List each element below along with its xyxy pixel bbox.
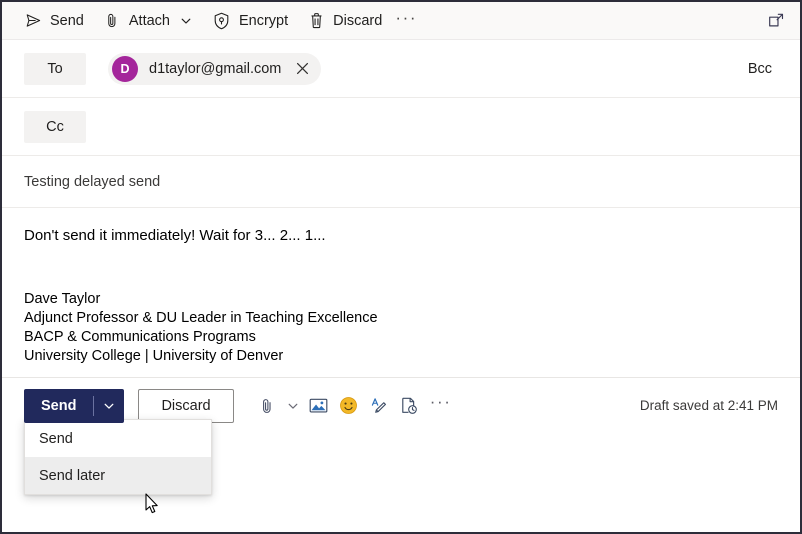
encrypt-command-label: Encrypt [238, 12, 289, 29]
command-bar-overflow-button[interactable]: ··· [391, 6, 421, 36]
draft-status: Draft saved at 2:41 PM [639, 398, 778, 413]
message-body[interactable]: Don't send it immediately! Wait for 3...… [2, 208, 800, 377]
send-options-menu: Send Send later [24, 419, 212, 495]
open-in-new-window-icon[interactable] [762, 7, 790, 35]
encrypt-command[interactable]: Encrypt [203, 6, 297, 36]
attach-command[interactable]: Attach [93, 6, 203, 36]
paperclip-icon [102, 11, 122, 31]
chevron-down-icon[interactable] [282, 391, 304, 421]
trash-icon [306, 11, 326, 31]
bottom-toolbar: Send Discard ··· Draft saved at 2:41 PM … [2, 377, 800, 495]
paperclip-icon[interactable] [252, 391, 282, 421]
cc-field-label[interactable]: Cc [24, 110, 86, 143]
mouse-cursor [145, 493, 160, 520]
to-field-label[interactable]: To [24, 52, 86, 85]
discard-button[interactable]: Discard [138, 388, 234, 423]
chevron-down-icon[interactable] [178, 13, 194, 29]
document-clock-icon[interactable] [394, 391, 424, 421]
to-field-row[interactable]: To D d1taylor@gmail.com Bcc [2, 40, 800, 98]
send-command[interactable]: Send [14, 6, 93, 36]
discard-command-label: Discard [333, 12, 383, 29]
subject-input[interactable]: Testing delayed send [24, 174, 160, 190]
emoji-icon[interactable] [334, 391, 364, 421]
recipient-address: d1taylor@gmail.com [149, 60, 282, 77]
send-split-button[interactable]: Send [24, 388, 125, 423]
signature-line: Adjunct Professor & DU Leader in Teachin… [24, 309, 378, 326]
send-arrow-icon [23, 11, 43, 31]
body-paragraph: Don't send it immediately! Wait for 3...… [24, 227, 326, 244]
subject-field-row[interactable]: Testing delayed send [2, 156, 800, 208]
cc-field-row[interactable]: Cc [2, 98, 800, 156]
attach-command-label: Attach [128, 12, 170, 29]
close-icon[interactable] [289, 56, 315, 82]
send-command-label: Send [50, 12, 84, 29]
insert-picture-icon[interactable] [304, 391, 334, 421]
command-bar: Send Attach Encrypt Discard ··· [2, 2, 800, 40]
signature-line: University College | University of Denve… [24, 348, 284, 365]
compose-window: Send Attach Encrypt Discard ··· To D d1t… [0, 0, 802, 534]
bcc-toggle[interactable]: Bcc [740, 55, 780, 83]
formatting-icon-group: ··· [252, 391, 458, 421]
send-button[interactable]: Send [24, 389, 93, 423]
discard-command[interactable]: Discard [297, 6, 391, 36]
signature-line: BACP & Communications Programs [24, 329, 256, 346]
shield-lock-icon [212, 11, 232, 31]
more-options-icon[interactable]: ··· [424, 391, 458, 421]
signature-pen-icon[interactable] [364, 391, 394, 421]
menu-item-send[interactable]: Send [25, 420, 211, 457]
menu-item-send-later[interactable]: Send later [25, 457, 211, 494]
signature-block: Dave Taylor Adjunct Professor & DU Leade… [24, 290, 778, 367]
signature-line: Dave Taylor [24, 290, 101, 307]
send-options-chevron-down-icon[interactable] [94, 389, 124, 423]
recipient-chip[interactable]: D d1taylor@gmail.com [108, 52, 322, 85]
avatar: D [112, 55, 138, 82]
